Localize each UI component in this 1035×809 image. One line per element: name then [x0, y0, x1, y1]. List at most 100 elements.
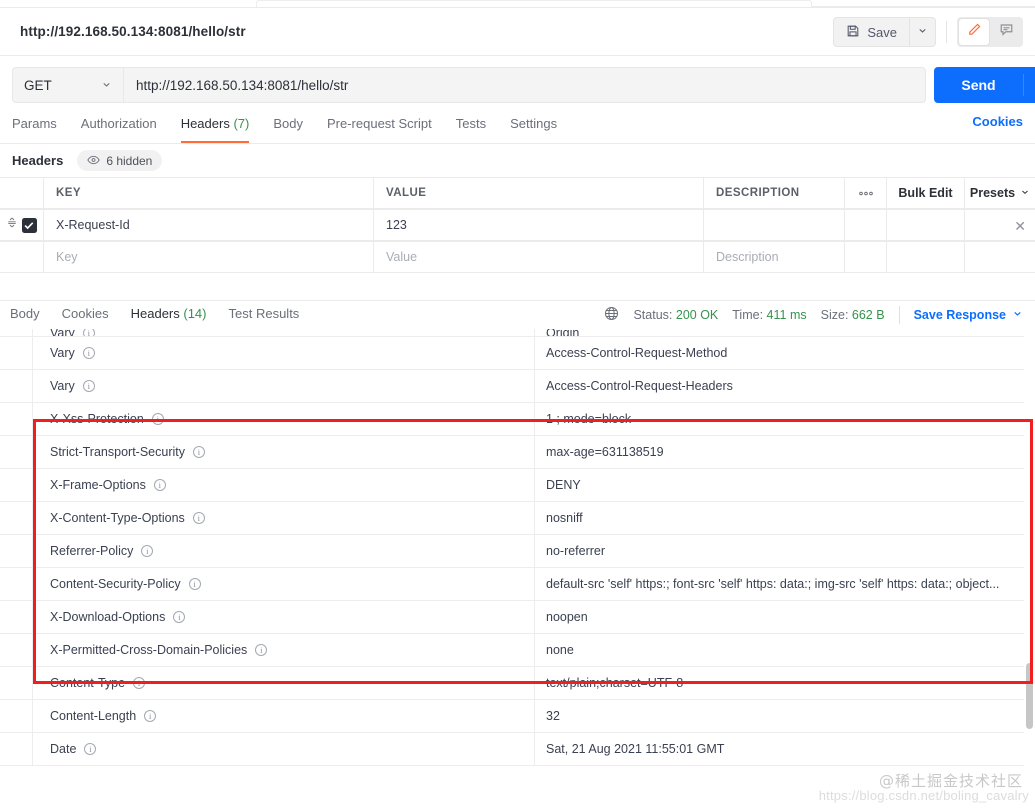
view-toggle-group: [957, 17, 1023, 47]
drag-handle-icon[interactable]: [7, 216, 17, 234]
tab-authorization[interactable]: Authorization: [81, 110, 157, 143]
row-gutter: [0, 329, 33, 336]
info-circle-icon[interactable]: i: [151, 413, 164, 425]
info-circle-icon[interactable]: i: [153, 479, 166, 491]
save-button[interactable]: Save: [833, 17, 910, 47]
three-dots-icon[interactable]: [845, 178, 887, 208]
info-circle-icon[interactable]: i: [255, 644, 268, 656]
column-header-description: DESCRIPTION: [704, 178, 845, 208]
row-controls[interactable]: [0, 210, 44, 240]
column-header-value: VALUE: [374, 178, 704, 208]
http-method-select[interactable]: GET: [12, 67, 124, 103]
column-header-key: KEY: [44, 178, 374, 208]
url-input[interactable]: http://192.168.50.134:8081/hello/str: [124, 67, 926, 103]
header-description-input[interactable]: [704, 210, 845, 240]
response-header-key: X-Permitted-Cross-Domain-Policies i: [33, 634, 535, 666]
response-header-key: Content-Type i: [33, 667, 535, 699]
response-header-value: no-referrer: [546, 544, 606, 558]
info-circle-icon[interactable]: i: [188, 578, 201, 590]
ghost-tab[interactable]: [256, 0, 812, 7]
row-gutter: [0, 568, 33, 600]
title-bar-actions: Save: [833, 17, 1023, 47]
info-circle-icon[interactable]: i: [192, 446, 205, 458]
info-circle-icon[interactable]: i: [173, 611, 186, 623]
response-headers-table[interactable]: Vary i Origin Vary i Access-Control-Request-M…: [0, 329, 1035, 809]
tab-body[interactable]: Body: [273, 110, 303, 143]
url-bar-row: GET http://192.168.50.134:8081/hello/str…: [0, 57, 1035, 109]
send-button[interactable]: Send: [934, 67, 1023, 103]
comment-icon: [999, 22, 1014, 42]
floppy-disk-icon: [846, 24, 860, 41]
info-circle-icon[interactable]: i: [84, 743, 97, 755]
edit-request-button[interactable]: [959, 19, 989, 45]
hidden-headers-toggle[interactable]: 6 hidden: [77, 150, 163, 171]
info-circle-icon[interactable]: i: [141, 545, 154, 557]
tab-label: Body: [10, 306, 40, 321]
headers-section-label: Headers: [12, 153, 64, 168]
response-tab-headers[interactable]: Headers (14): [130, 301, 207, 332]
response-header-row: Referrer-Policy i no-referrer: [0, 535, 1035, 568]
response-header-value: Origin: [546, 329, 580, 336]
chevron-down-icon: [1020, 186, 1030, 200]
response-header-key: Vary i: [33, 329, 535, 336]
tab-headers[interactable]: Headers (7): [180, 110, 249, 143]
info-circle-icon[interactable]: i: [192, 512, 205, 524]
row-gutter: [0, 436, 33, 468]
response-header-key-text: X-Permitted-Cross-Domain-Policies: [50, 643, 248, 657]
chevron-down-icon: [1012, 308, 1023, 322]
eye-icon: [87, 154, 101, 168]
response-header-row: Content-Security-Policy i default-src 'sel…: [0, 568, 1035, 601]
presets-button[interactable]: Presets: [965, 178, 1035, 208]
new-header-key-input[interactable]: Key: [44, 242, 374, 272]
info-circle-icon[interactable]: i: [82, 329, 95, 336]
response-header-row: Content-Length i 32: [0, 700, 1035, 733]
table-row[interactable]: X-Request-Id 123 ✕: [0, 209, 1035, 241]
save-options-button[interactable]: [910, 17, 936, 47]
response-header-key: Strict-Transport-Security i: [33, 436, 535, 468]
pencil-icon: [967, 22, 982, 42]
tab-label: Headers: [180, 116, 230, 131]
info-circle-icon[interactable]: i: [82, 347, 95, 359]
tab-tests[interactable]: Tests: [456, 110, 486, 143]
scrollbar-thumb[interactable]: [1026, 663, 1033, 729]
header-key-input[interactable]: X-Request-Id: [44, 210, 374, 240]
info-circle-icon[interactable]: i: [133, 677, 146, 689]
row-gutter: [0, 667, 33, 699]
hidden-headers-count: 6 hidden: [106, 153, 153, 168]
tab-settings[interactable]: Settings: [510, 110, 557, 143]
row-controls[interactable]: [0, 242, 44, 272]
response-header-value: 32: [546, 709, 560, 723]
response-status-bar: Status: 200 OK Time: 411 ms Size: 662 B …: [604, 306, 1023, 324]
row-gutter: [0, 700, 33, 732]
tab-pre-request-script[interactable]: Pre-request Script: [327, 110, 432, 143]
info-circle-icon[interactable]: i: [144, 710, 157, 722]
chevron-down-icon: [101, 78, 112, 93]
size-value: 662 B: [851, 308, 885, 322]
status-value: 200 OK: [675, 308, 719, 322]
response-header-key: Referrer-Policy i: [33, 535, 535, 567]
select-all-cell[interactable]: [0, 178, 44, 208]
response-tab-body[interactable]: Body: [10, 301, 40, 332]
request-title-bar: http://192.168.50.134:8081/hello/str Sav…: [0, 8, 1035, 56]
send-options-button[interactable]: [1023, 67, 1035, 103]
tab-count: (14): [183, 306, 207, 321]
close-icon[interactable]: ✕: [1014, 218, 1026, 235]
comment-button[interactable]: [991, 19, 1021, 45]
response-header-value: noopen: [546, 610, 588, 624]
tab-params[interactable]: Params: [12, 110, 57, 143]
new-header-description-input[interactable]: Description: [704, 242, 845, 272]
info-circle-icon[interactable]: i: [82, 380, 95, 392]
response-tab-test-results[interactable]: Test Results: [229, 301, 300, 332]
header-value-input[interactable]: 123: [374, 210, 704, 240]
response-tab-cookies[interactable]: Cookies: [62, 301, 109, 332]
table-row-placeholder[interactable]: Key Value Description: [0, 241, 1035, 273]
save-response-button[interactable]: Save Response: [914, 308, 1023, 322]
cookies-link[interactable]: Cookies: [972, 114, 1023, 129]
row-checkbox[interactable]: [21, 217, 37, 233]
scrollbar-track[interactable]: [1024, 329, 1035, 809]
tab-label: Test Results: [228, 306, 300, 321]
bulk-edit-button[interactable]: Bulk Edit: [887, 178, 965, 208]
response-header-row: Vary i Access-Control-Request-Method: [0, 337, 1035, 370]
new-header-value-input[interactable]: Value: [374, 242, 704, 272]
save-button-label: Save: [867, 24, 897, 40]
